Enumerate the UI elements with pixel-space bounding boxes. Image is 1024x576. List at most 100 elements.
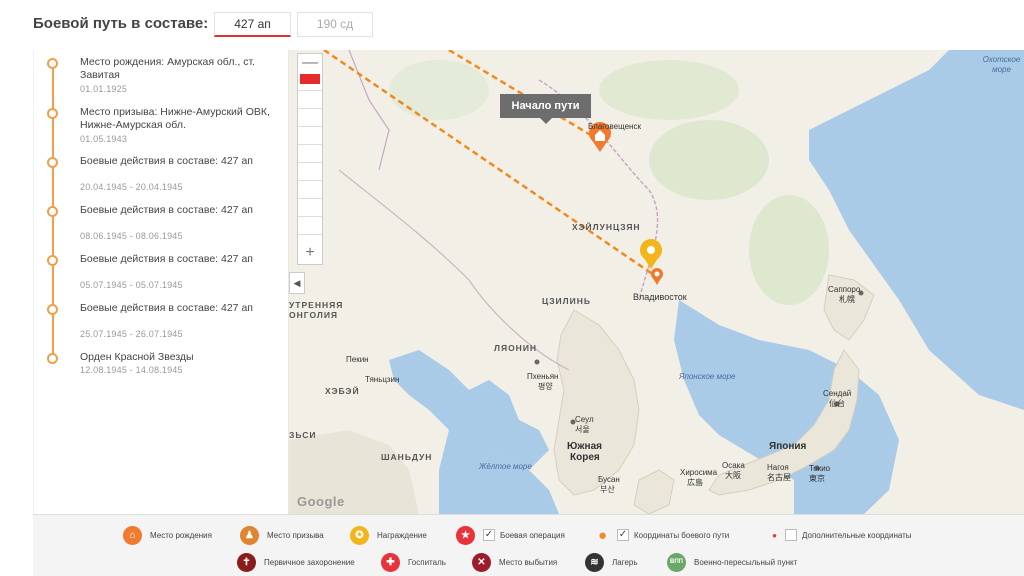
- label-inner-mongolia-2: ОНГОЛИЯ: [289, 310, 339, 320]
- zoom-out-button[interactable]: —: [298, 54, 322, 72]
- label-busan: Бусан: [598, 475, 620, 484]
- map-legend: ⌂ Место рождения ♟ Место призыва ✪ Награ…: [33, 514, 1024, 576]
- legend-label: Место призыва: [267, 531, 324, 540]
- timeline-item-date: 05.07.1945 - 05.07.1945: [80, 280, 183, 290]
- label-heilongjiang: ХЭЙЛУНЦЗЯН: [572, 222, 641, 232]
- tab-190-sd[interactable]: 190 сд: [297, 12, 373, 37]
- label-pyongyang-kr: 평양: [538, 382, 553, 391]
- label-tokyo: Токио: [809, 464, 831, 473]
- timeline-dot: [47, 304, 58, 315]
- label-busan-kr: 부산: [600, 485, 615, 494]
- label-hebei: ХЭБЭЙ: [325, 386, 360, 396]
- country-border-west: [348, 50, 390, 171]
- zoom-level-indicator[interactable]: [300, 74, 320, 84]
- korea-shape: [553, 309, 640, 496]
- timeline-item-text: Место рождения: Амурская обл., ст. Завит…: [80, 56, 256, 81]
- label-osaka-jp: 大阪: [725, 471, 741, 480]
- label-south-korea-2: Корея: [570, 452, 600, 463]
- timeline-dot: [47, 108, 58, 119]
- legend-label: Боевая операция: [500, 531, 565, 540]
- label-blagoveshchensk: Благовещенск: [588, 122, 641, 131]
- label-yellow-sea: Жёлтое море: [479, 462, 532, 471]
- award-marker-icon: [640, 239, 662, 269]
- legend-label: Место рождения: [150, 531, 212, 540]
- label-shandong: ШАНЬДУН: [381, 452, 433, 462]
- timeline-dot: [47, 206, 58, 217]
- label-sapporo: Саппоро: [828, 285, 861, 294]
- google-logo: Google: [297, 494, 345, 509]
- label-sendai: Сендай: [823, 389, 852, 398]
- x-icon: ✕: [472, 553, 491, 572]
- timeline-dot: [47, 353, 58, 364]
- label-osaka: Осака: [722, 461, 745, 470]
- route-coords-checkbox[interactable]: ✓: [617, 529, 629, 541]
- hospital-icon: ✚: [381, 553, 400, 572]
- legend-label: Координаты боевого пути: [634, 531, 730, 540]
- label-pyongyang: Пхеньян: [527, 372, 559, 381]
- label-tianjin: Тяньцзин: [365, 375, 400, 384]
- legend-label: Дополнительные координаты: [802, 531, 912, 540]
- medal-icon: ✪: [350, 526, 369, 545]
- legend-label: Место выбытия: [499, 558, 558, 567]
- tab-427-ap[interactable]: 427 ап: [214, 12, 291, 37]
- label-jilin: ЦЗИЛИНЬ: [542, 296, 591, 306]
- person-icon: ♟: [240, 526, 259, 545]
- legend-label: Первичное захоронение: [264, 558, 355, 567]
- header: Боевой путь в составе: 427 ап 190 сд: [0, 0, 1024, 50]
- timeline-item-date: 01.05.1943: [80, 134, 128, 144]
- label-south-korea-1: Южная: [567, 441, 602, 452]
- timeline-item-date: 20.04.1945 - 20.04.1945: [80, 182, 183, 192]
- province-border: [338, 169, 570, 371]
- vpp-icon: ВПП: [667, 553, 686, 572]
- battle-checkbox[interactable]: ✓: [483, 529, 495, 541]
- start-tooltip: Начало пути: [500, 94, 591, 124]
- label-tokyo-jp: 東京: [809, 474, 825, 483]
- timeline-item-text: Место призыва: Нижне-Амурский ОВК, Нижне…: [80, 106, 270, 131]
- label-hiroshima: Хиросима: [680, 468, 718, 477]
- route-point-marker-icon: [651, 268, 663, 285]
- extra-coords-checkbox[interactable]: [785, 529, 797, 541]
- timeline-item-date: 12.08.1945 - 14.08.1945: [80, 365, 183, 375]
- timeline-panel: Место рождения: Амурская обл., ст. Завит…: [33, 50, 289, 514]
- pin-icon: ●: [597, 527, 608, 544]
- label-sapporo-jp: 札幌: [839, 295, 855, 304]
- legend-label: Военно-пересыльный пункт: [694, 558, 798, 567]
- label-japan: Япония: [769, 441, 807, 452]
- timeline-dot: [47, 255, 58, 266]
- timeline-dot: [47, 58, 58, 69]
- zoom-in-button[interactable]: +: [298, 244, 322, 262]
- star-icon: ★: [456, 526, 475, 545]
- cross-icon: ✝: [237, 553, 256, 572]
- timeline-item-date: 08.06.1945 - 08.06.1945: [80, 231, 183, 241]
- label-japan-sea: Японское море: [679, 372, 736, 381]
- timeline-dot: [47, 157, 58, 168]
- kyushu-shape: [633, 469, 675, 514]
- label-sendai-jp: 仙台: [829, 399, 845, 408]
- home-icon: ⌂: [123, 526, 142, 545]
- label-inner-mongolia-1: УТРЕННЯЯ: [289, 300, 344, 310]
- label-seoul: Сеул: [575, 415, 594, 424]
- label-nagoya-jp: 名古屋: [767, 473, 791, 482]
- timeline-item-text: Боевые действия в составе: 427 ап: [80, 302, 253, 314]
- label-liaoning: ЛЯОНИН: [494, 343, 538, 353]
- label-shanxi: ЗЬСИ: [289, 430, 317, 440]
- label-okhotsk-sea: Охотское море: [982, 55, 1021, 74]
- label-nagoya: Нагоя: [767, 463, 789, 472]
- map-view[interactable]: — + ◀ Начало пути Охотское море Благовещ…: [289, 50, 1024, 514]
- collapse-panel-button[interactable]: ◀: [289, 272, 305, 294]
- page-title: Боевой путь в составе:: [33, 15, 209, 32]
- map-canvas: [289, 50, 1024, 514]
- label-hiroshima-jp: 広島: [687, 478, 703, 487]
- dot-icon: ●: [772, 531, 777, 540]
- label-vladivostok: Владивосток: [633, 292, 687, 302]
- camp-icon: ≋: [585, 553, 604, 572]
- timeline-item-date: 25.07.1945 - 26.07.1945: [80, 329, 183, 339]
- legend-label: Награждение: [377, 531, 427, 540]
- timeline-item-text: Орден Красной Звезды: [80, 351, 194, 363]
- timeline-item-text: Боевые действия в составе: 427 ап: [80, 253, 253, 265]
- timeline-item-text: Боевые действия в составе: 427 ап: [80, 155, 253, 167]
- zoom-control: — +: [297, 53, 323, 265]
- label-beijing: Пекин: [346, 355, 369, 364]
- timeline-item-date: 01.01.1925: [80, 84, 128, 94]
- legend-label: Госпиталь: [408, 558, 446, 567]
